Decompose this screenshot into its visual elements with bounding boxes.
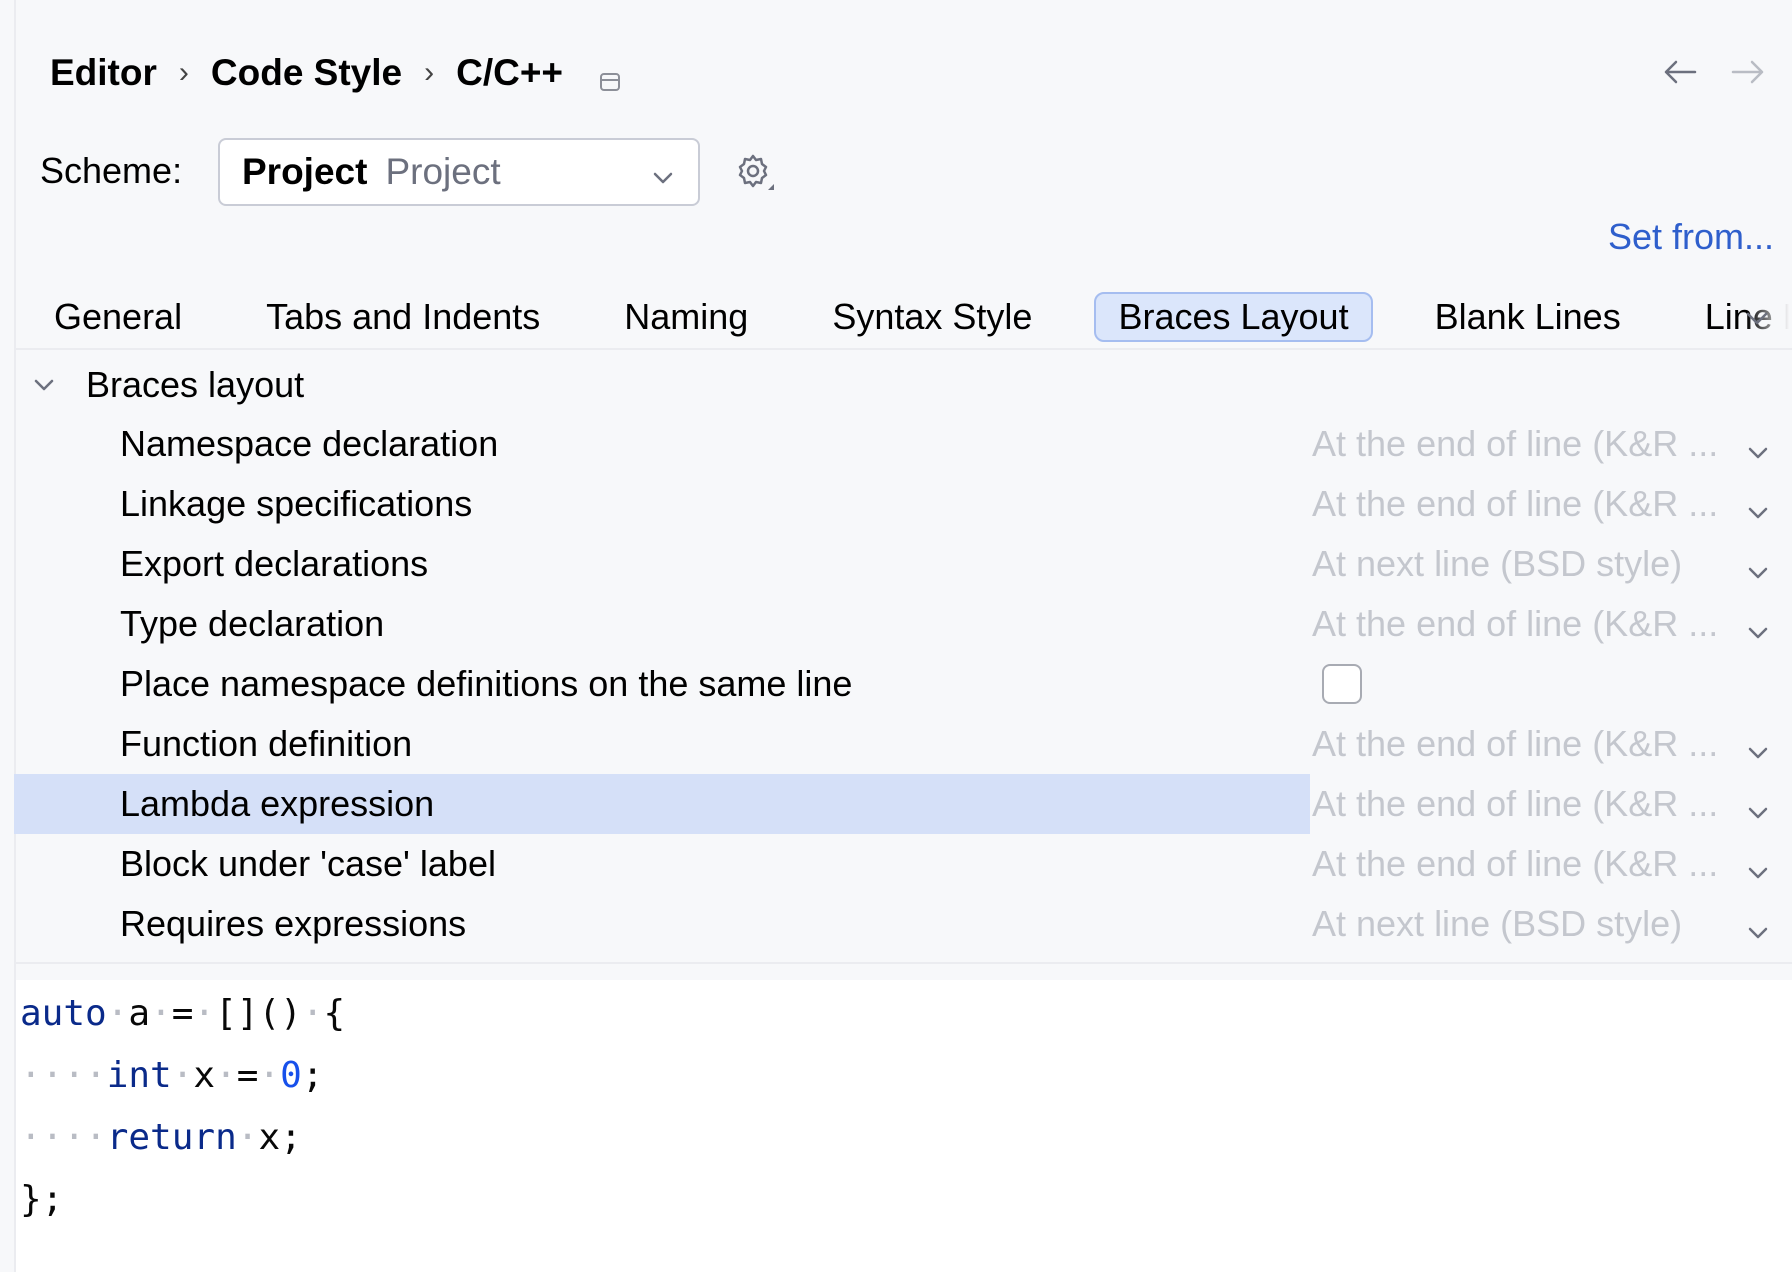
code-whitespace-marker: ···· bbox=[20, 1055, 107, 1096]
scheme-label: Scheme: bbox=[40, 150, 183, 191]
chevron-down-icon[interactable] bbox=[1746, 492, 1770, 534]
option-value[interactable]: At the end of line (K&R ... bbox=[1312, 414, 1718, 474]
code-token: ; bbox=[301, 1055, 324, 1096]
code-whitespace-marker: · bbox=[193, 993, 216, 1034]
tree-group-label: Braces layout bbox=[86, 364, 305, 405]
breadcrumb-separator: › bbox=[178, 56, 189, 89]
code-whitespace-marker: · bbox=[236, 1117, 259, 1158]
chevron-down-icon[interactable] bbox=[1746, 912, 1770, 954]
scheme-dropdown[interactable]: Project Project bbox=[218, 138, 700, 206]
code-token: a bbox=[128, 993, 151, 1034]
option-row-function-definition[interactable]: Function definition At the end of line (… bbox=[14, 714, 1792, 774]
code-preview[interactable]: auto·a·=·[]()·{ ····int·x·=·0; ····retur… bbox=[16, 980, 1792, 1272]
option-value[interactable]: At next line (BSD style) bbox=[1312, 894, 1682, 954]
option-row-requires-expressions[interactable]: Requires expressions At next line (BSD s… bbox=[14, 894, 1792, 954]
arrow-right-icon[interactable] bbox=[1728, 52, 1768, 92]
arrow-left-icon[interactable] bbox=[1660, 52, 1700, 92]
tab-syntax-style[interactable]: Syntax Style bbox=[810, 292, 1054, 342]
code-token: x; bbox=[258, 1117, 302, 1158]
option-label: Export declarations bbox=[120, 543, 429, 584]
code-line: ····int·x·=·0; bbox=[20, 1050, 324, 1102]
tab-general[interactable]: General bbox=[32, 292, 204, 342]
tab-bar: General Tabs and Indents Naming Syntax S… bbox=[14, 286, 1792, 350]
option-label: Place namespace definitions on the same … bbox=[120, 663, 853, 704]
option-row-namespace-declaration[interactable]: Namespace declaration At the end of line… bbox=[14, 414, 1792, 474]
breadcrumb: Editor › Code Style › C/C++ bbox=[50, 48, 621, 98]
chevron-down-icon bbox=[650, 158, 676, 200]
breadcrumb-separator: › bbox=[424, 56, 435, 89]
chevron-down-icon[interactable] bbox=[1746, 732, 1770, 774]
braces-layout-tree: Braces layout Namespace declaration At t… bbox=[14, 350, 1792, 964]
chevron-down-icon[interactable] bbox=[1746, 792, 1770, 834]
code-number: 0 bbox=[280, 1055, 302, 1096]
same-line-checkbox[interactable] bbox=[1322, 664, 1362, 704]
code-line: auto·a·=·[]()·{ bbox=[20, 988, 345, 1040]
option-value[interactable]: At the end of line (K&R ... bbox=[1312, 834, 1718, 894]
code-keyword: auto bbox=[20, 993, 107, 1034]
code-line: ····return·x; bbox=[20, 1112, 302, 1164]
tabs-overflow-chevron-icon[interactable] bbox=[1742, 300, 1772, 342]
option-label: Function definition bbox=[120, 723, 413, 764]
code-keyword: return bbox=[106, 1117, 237, 1158]
code-token: = bbox=[236, 1055, 259, 1096]
chevron-down-icon[interactable] bbox=[1746, 612, 1770, 654]
tab-braces-layout[interactable]: Braces Layout bbox=[1094, 292, 1373, 342]
option-row-type-declaration[interactable]: Type declaration At the end of line (K&R… bbox=[14, 594, 1792, 654]
tab-blank-lines[interactable]: Blank Lines bbox=[1413, 292, 1643, 342]
chevron-down-icon[interactable] bbox=[1746, 552, 1770, 594]
code-whitespace-marker: · bbox=[171, 1055, 194, 1096]
breadcrumb-code-style[interactable]: Code Style bbox=[211, 52, 402, 94]
option-row-place-namespace-same-line[interactable]: Place namespace definitions on the same … bbox=[14, 654, 1792, 714]
set-from-link[interactable]: Set from... bbox=[1608, 216, 1774, 258]
gear-icon[interactable] bbox=[732, 150, 778, 196]
code-whitespace-marker: · bbox=[106, 993, 129, 1034]
code-whitespace-marker: · bbox=[215, 1055, 237, 1096]
tab-line-breaks[interactable]: Line Breaks bbox=[1683, 292, 1789, 342]
code-whitespace-marker: · bbox=[150, 993, 172, 1034]
code-whitespace-marker: · bbox=[301, 993, 324, 1034]
chevron-down-icon[interactable] bbox=[1746, 432, 1770, 474]
option-row-linkage-specifications[interactable]: Linkage specifications At the end of lin… bbox=[14, 474, 1792, 534]
option-value[interactable]: At the end of line (K&R ... bbox=[1312, 774, 1718, 834]
scheme-sub: Project bbox=[385, 151, 501, 192]
scheme-name: Project bbox=[242, 151, 368, 192]
option-value[interactable]: At next line (BSD style) bbox=[1312, 534, 1682, 594]
option-label: Requires expressions bbox=[120, 903, 467, 944]
option-row-export-declarations[interactable]: Export declarations At next line (BSD st… bbox=[14, 534, 1792, 594]
chevron-down-icon[interactable] bbox=[1746, 852, 1770, 894]
code-line: }; bbox=[20, 1174, 63, 1226]
chevron-down-icon[interactable] bbox=[22, 372, 66, 398]
code-token: []() bbox=[215, 993, 302, 1034]
tab-tabs-and-indents[interactable]: Tabs and Indents bbox=[244, 292, 562, 342]
option-row-lambda-expression[interactable]: Lambda expression At the end of line (K&… bbox=[14, 774, 1792, 834]
code-token: x bbox=[193, 1055, 216, 1096]
code-keyword: int bbox=[106, 1055, 172, 1096]
breadcrumb-editor[interactable]: Editor bbox=[50, 52, 157, 94]
option-label: Block under 'case' label bbox=[120, 843, 496, 884]
code-whitespace-marker: ···· bbox=[20, 1117, 107, 1158]
tab-naming[interactable]: Naming bbox=[602, 292, 770, 342]
code-whitespace-marker: · bbox=[258, 1055, 281, 1096]
option-value[interactable]: At the end of line (K&R ... bbox=[1312, 594, 1718, 654]
option-label: Type declaration bbox=[120, 603, 385, 644]
option-label: Namespace declaration bbox=[120, 423, 499, 464]
code-token: }; bbox=[20, 1179, 64, 1220]
code-token: { bbox=[323, 993, 346, 1034]
breadcrumb-cpp: C/C++ bbox=[456, 52, 564, 93]
option-label: Lambda expression bbox=[120, 783, 435, 824]
option-value[interactable]: At the end of line (K&R ... bbox=[1312, 714, 1718, 774]
code-token: = bbox=[171, 993, 194, 1034]
window-icon[interactable] bbox=[599, 60, 621, 91]
option-row-block-under-case-label[interactable]: Block under 'case' label At the end of l… bbox=[14, 834, 1792, 894]
option-label: Linkage specifications bbox=[120, 483, 473, 524]
navigation-arrows bbox=[1660, 52, 1768, 92]
tree-group-braces-layout[interactable]: Braces layout bbox=[14, 360, 304, 410]
option-value[interactable]: At the end of line (K&R ... bbox=[1312, 474, 1718, 534]
